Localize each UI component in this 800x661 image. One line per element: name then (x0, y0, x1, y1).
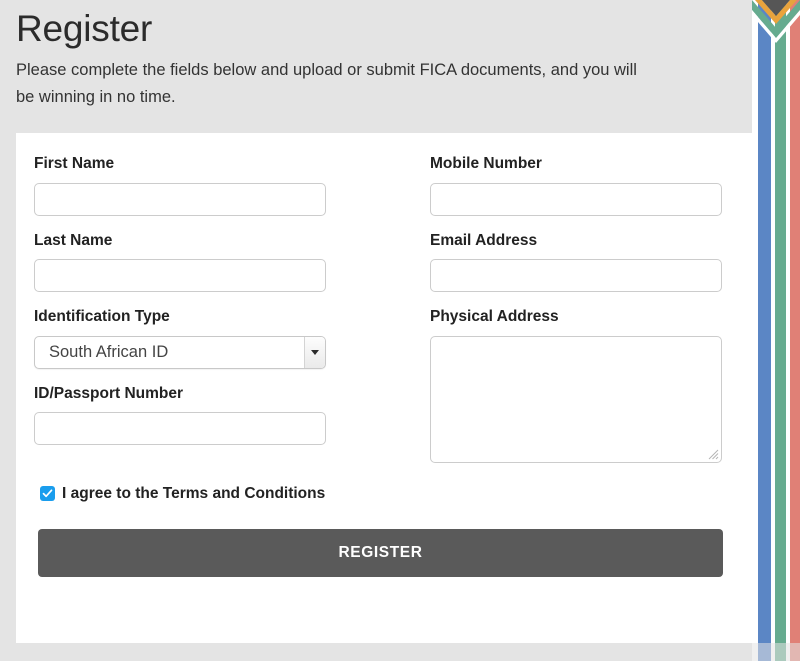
last-name-label: Last Name (34, 231, 113, 249)
first-name-label: First Name (34, 155, 115, 172)
terms-checkbox[interactable] (40, 486, 55, 502)
flag-svg (752, 0, 800, 661)
chevron-down-icon (311, 349, 319, 355)
form-column-left: First Name Last Name Identification Type… (34, 155, 430, 479)
registration-form-card: First Name Last Name Identification Type… (16, 133, 745, 643)
register-button[interactable]: REGISTER (38, 528, 723, 577)
email-address-label: Email Address (430, 231, 538, 249)
field-first-name: First Name (34, 155, 430, 216)
id-passport-number-label: ID/Passport Number (34, 384, 184, 402)
field-mobile-number: Mobile Number (430, 155, 727, 216)
mobile-number-label: Mobile Number (430, 155, 542, 172)
check-icon (42, 489, 53, 498)
mobile-number-input[interactable] (430, 182, 722, 216)
registration-page: Register Please complete the fields belo… (0, 0, 761, 661)
terms-label: I agree to the Terms and Conditions (62, 485, 326, 503)
physical-address-label: Physical Address (430, 308, 559, 326)
field-id-passport-number: ID/Passport Number (34, 385, 430, 446)
physical-address-wrapper (430, 335, 722, 463)
select-dropdown-button[interactable] (304, 336, 325, 368)
last-name-input[interactable] (34, 259, 326, 293)
physical-address-input[interactable] (430, 335, 722, 463)
id-passport-number-input[interactable] (34, 412, 326, 446)
identification-type-value: South African ID (34, 335, 326, 369)
form-column-right: Mobile Number Email Address Physical Add… (430, 155, 727, 479)
terms-row[interactable]: I agree to the Terms and Conditions (40, 482, 727, 506)
field-identification-type: Identification Type South African ID (34, 308, 430, 369)
email-address-input[interactable] (430, 259, 722, 293)
field-physical-address: Physical Address (430, 308, 727, 463)
first-name-input[interactable] (34, 182, 326, 216)
intro-text: Please complete the fields below and upl… (16, 61, 637, 107)
page-header: Register Please complete the fields belo… (0, 0, 761, 127)
page-title: Register (16, 8, 153, 49)
identification-type-label: Identification Type (34, 308, 170, 326)
field-email-address: Email Address (430, 232, 727, 293)
form-grid: First Name Last Name Identification Type… (34, 155, 727, 479)
identification-type-select[interactable]: South African ID (34, 335, 326, 369)
south-african-flag (752, 0, 800, 661)
field-last-name: Last Name (34, 232, 430, 293)
